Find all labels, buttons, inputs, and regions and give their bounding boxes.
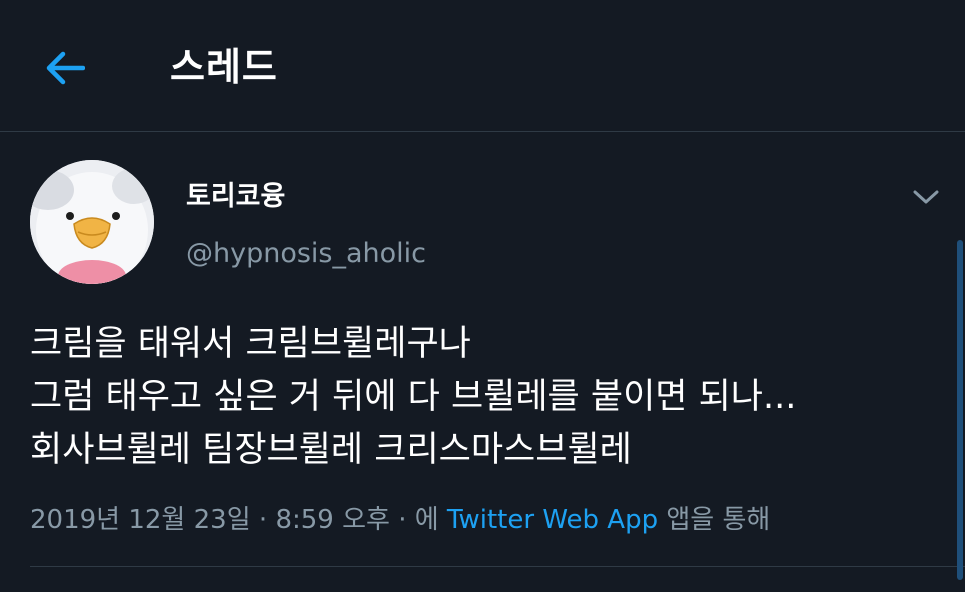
tweet-metadata: 2019년 12월 23일 · 8:59 오후 · 에 Twitter Web … [30, 500, 770, 540]
header-bar: 스레드 [0, 0, 965, 132]
source-app-link[interactable]: Twitter Web App [447, 505, 658, 535]
meta-separator: · [398, 505, 407, 535]
tweet-text-line: 크림을 태워서 크림브륄레구나 [30, 324, 471, 364]
via-suffix: 앱을 통해 [666, 505, 771, 535]
divider [30, 566, 965, 567]
thread-screen: 스레드 토리코융 @hypnosis_aholic 크림을 태워서 크림브륄레구… [0, 0, 965, 592]
tweet-date[interactable]: 2019년 12월 23일 [30, 505, 251, 535]
tweet-time[interactable]: 8:59 오후 [275, 505, 390, 535]
tweet-text-line: 그럼 태우고 싶은 거 뒤에 다 브륄레를 붙이면 되나... [30, 377, 797, 417]
duck-avatar-image [30, 160, 154, 284]
avatar[interactable] [30, 160, 154, 284]
tweet-menu-button[interactable] [905, 178, 947, 216]
tweet-text-line: 회사브륄레 팀장브륄레 크리스마스브륄레 [30, 430, 632, 470]
via-prefix: 에 [414, 505, 439, 535]
arrow-left-icon [46, 51, 85, 84]
display-name[interactable]: 토리코융 [186, 178, 285, 216]
user-handle[interactable]: @hypnosis_aholic [186, 235, 426, 273]
chevron-down-icon [913, 190, 939, 204]
tweet-text: 크림을 태워서 크림브륄레구나 그럼 태우고 싶은 거 뒤에 다 브륄레를 붙이… [30, 318, 940, 477]
meta-separator: · [258, 505, 268, 535]
page-title: 스레드 [170, 45, 278, 89]
back-button[interactable] [40, 45, 90, 90]
scrollbar[interactable] [957, 240, 963, 580]
